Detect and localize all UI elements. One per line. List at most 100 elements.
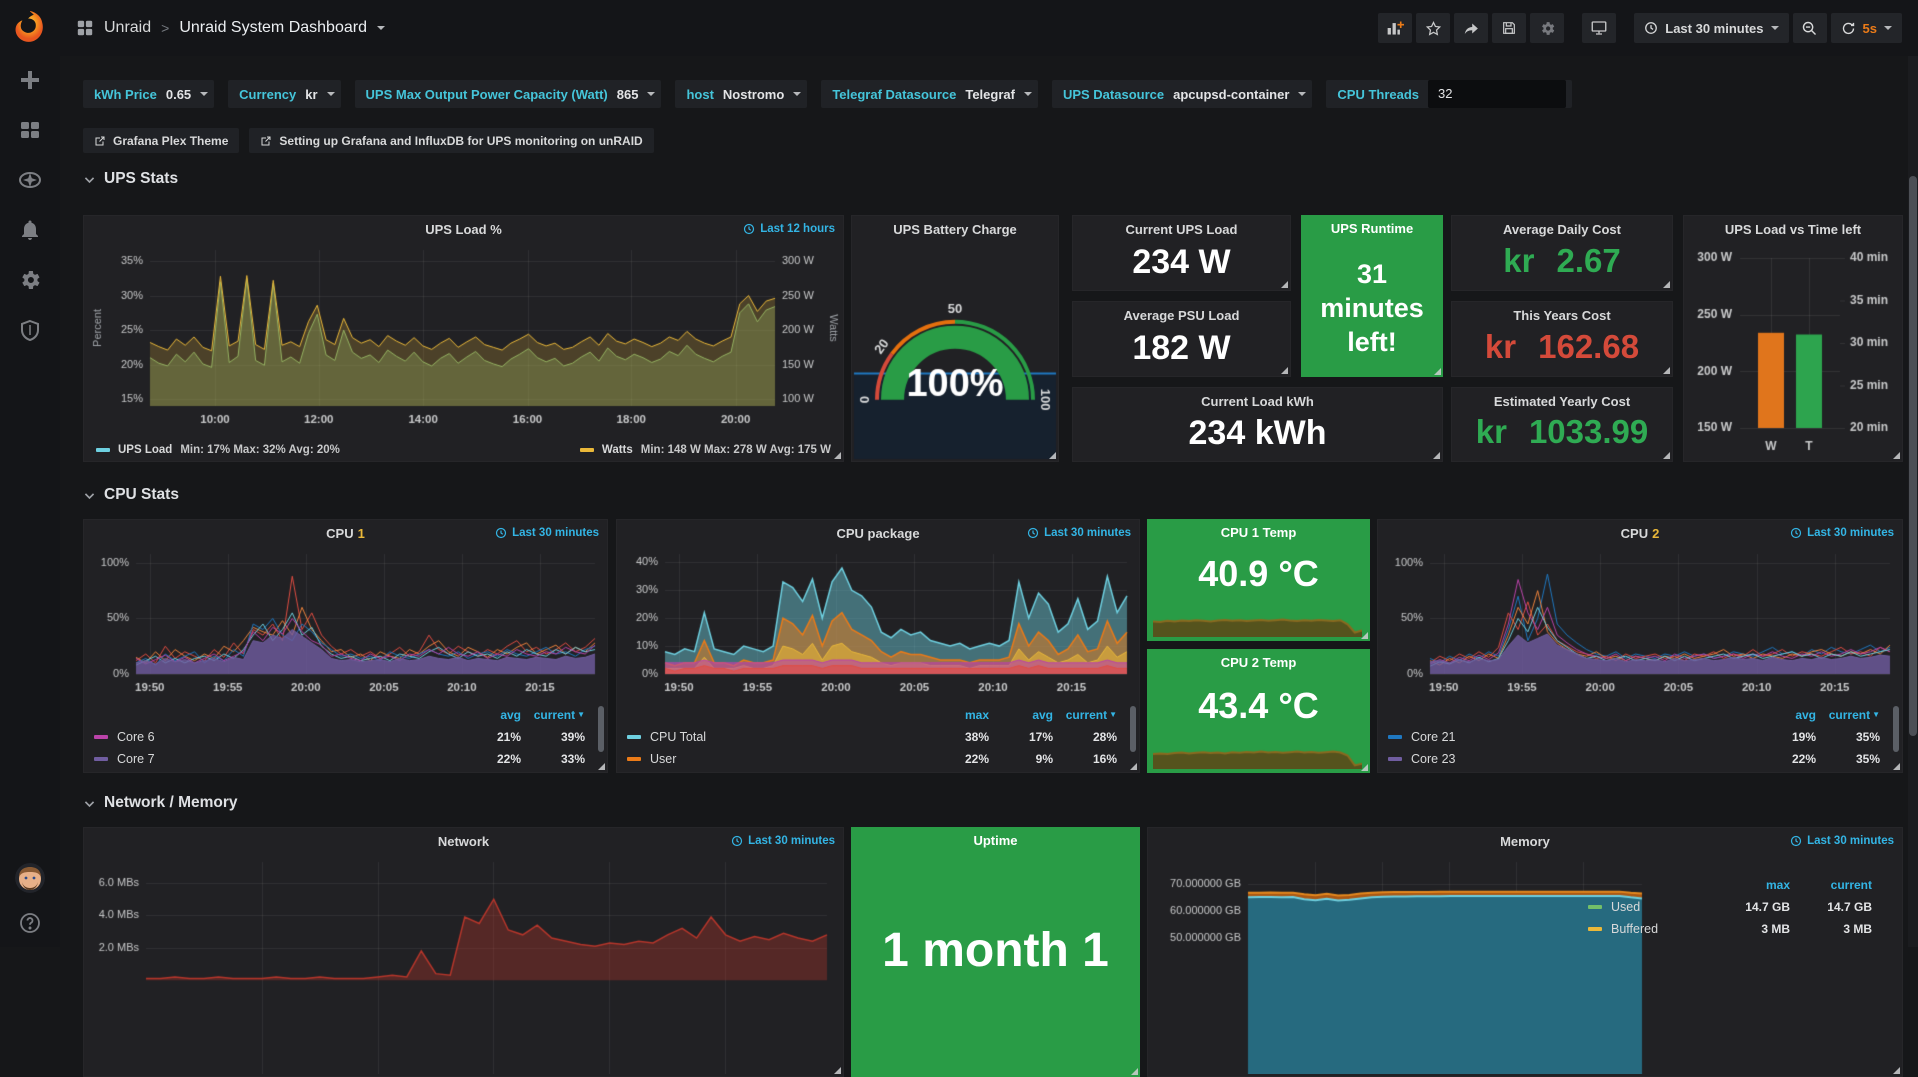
breadcrumb-app[interactable]: Unraid <box>104 19 151 37</box>
zoom-out-button[interactable] <box>1793 13 1827 43</box>
section-network-memory[interactable]: Network / Memory <box>83 794 238 812</box>
variable-ups-datasource[interactable]: UPS Datasource apcupsd-container <box>1052 80 1312 108</box>
battery-gauge-canvas[interactable] <box>852 242 1058 461</box>
legend-column-current[interactable]: current▼ <box>1816 708 1880 722</box>
apps-grid-icon[interactable] <box>76 19 94 37</box>
panel-title[interactable]: Average Daily Cost <box>1452 216 1672 242</box>
legend-series-name[interactable]: Core 7 <box>94 752 457 766</box>
cpu-package-chart-canvas[interactable] <box>621 546 1137 698</box>
legend-series-name[interactable]: Core 6 <box>94 730 457 744</box>
legend-series[interactable]: UPS LoadMin: 17% Max: 32% Avg: 20% <box>96 444 340 456</box>
variable-value[interactable]: apcupsd-container <box>1173 87 1289 102</box>
variable-telegraf-datasource[interactable]: Telegraf DatasourceTelegraf <box>821 80 1038 108</box>
share-button[interactable] <box>1454 13 1488 43</box>
variable-ups-max-output-power-capacity-watt-[interactable]: UPS Max Output Power Capacity (Watt)865 <box>355 80 662 108</box>
ups-load-chart-canvas[interactable] <box>88 242 839 430</box>
legend-column-current[interactable]: current <box>1790 878 1872 892</box>
series-color-swatch <box>1588 905 1602 909</box>
dashboard-link-1[interactable]: Setting up Grafana and InfluxDB for UPS … <box>249 128 653 153</box>
variable-cpu-threads[interactable]: CPU Threads32 <box>1326 80 1572 108</box>
variable-host[interactable]: hostNostromo <box>675 80 807 108</box>
variable-value[interactable]: Nostromo <box>723 87 784 102</box>
stat-value: kr162.68 <box>1452 328 1672 366</box>
dashboard-title[interactable]: Unraid System Dashboard <box>179 19 367 37</box>
user-avatar[interactable] <box>15 863 45 893</box>
legend-column-max[interactable]: max <box>1708 878 1790 892</box>
cpu1-chart-canvas[interactable] <box>88 546 605 698</box>
server-admin-shield-icon[interactable] <box>18 318 42 342</box>
panel-title[interactable]: Current Load kWh <box>1073 388 1442 414</box>
variable-value[interactable]: Telegraf <box>965 87 1015 102</box>
help-icon[interactable] <box>18 911 42 935</box>
dashboard-settings-button[interactable] <box>1530 13 1564 43</box>
legend-scrollbar[interactable] <box>1130 706 1136 752</box>
legend-column-avg[interactable]: avg <box>457 708 521 722</box>
panel-time-range[interactable]: Last 30 minutes <box>731 835 835 847</box>
variable-input[interactable]: 32 <box>1428 80 1566 108</box>
create-plus-icon[interactable] <box>18 68 42 92</box>
panel-title[interactable]: CPU 1 Temp <box>1147 519 1370 545</box>
panel-title[interactable]: UPS Battery Charge <box>852 216 1058 242</box>
page-scrollbar[interactable] <box>1908 56 1918 947</box>
legend-column-current[interactable]: current▼ <box>521 708 585 722</box>
explore-compass-icon[interactable] <box>18 168 42 192</box>
legend-series-name[interactable]: Core 23 <box>1388 752 1752 766</box>
page-scrollbar-thumb[interactable] <box>1909 176 1917 736</box>
panel-title[interactable]: UPS Runtime <box>1301 215 1443 241</box>
legend-column-avg[interactable]: avg <box>1752 708 1816 722</box>
add-panel-button[interactable] <box>1378 13 1412 43</box>
panel-title[interactable]: CPU 2 Temp <box>1147 649 1370 675</box>
alerting-bell-icon[interactable] <box>18 218 42 242</box>
panel-title[interactable]: Estimated Yearly Cost <box>1452 388 1672 414</box>
panel-time-range[interactable]: Last 30 minutes <box>1790 835 1894 847</box>
star-button[interactable] <box>1416 13 1450 43</box>
legend-scrollbar[interactable] <box>1893 706 1899 752</box>
panel-title[interactable]: Current UPS Load <box>1073 216 1290 242</box>
variable-currency[interactable]: Currencykr <box>228 80 340 108</box>
panel-title[interactable]: UPS Load % <box>84 216 843 242</box>
tv-mode-button[interactable] <box>1582 13 1616 43</box>
grafana-logo[interactable] <box>11 8 49 46</box>
legend-series[interactable]: WattsMin: 148 W Max: 278 W Avg: 175 W <box>580 444 831 456</box>
legend-column-avg[interactable]: avg <box>989 708 1053 722</box>
panel-time-range[interactable]: Last 30 minutes <box>1027 527 1131 539</box>
section-ups-stats[interactable]: UPS Stats <box>83 170 178 188</box>
legend-column-max[interactable]: max <box>925 708 989 722</box>
legend-series-name[interactable]: CPU Total <box>627 730 925 744</box>
panel-time-range[interactable]: Last 12 hours <box>743 223 835 235</box>
save-button[interactable] <box>1492 13 1526 43</box>
panel-cpu-2: CPU2 Last 30 minutes avgcurrent▼Core 211… <box>1377 519 1903 773</box>
variable-value[interactable]: 0.65 <box>166 87 191 102</box>
variable-value[interactable]: kr <box>305 87 317 102</box>
ups-bar-chart-canvas[interactable] <box>1684 242 1902 460</box>
network-chart-canvas[interactable] <box>88 854 841 1074</box>
cpu2-chart-canvas[interactable] <box>1382 546 1900 698</box>
caret-down-icon[interactable] <box>377 26 385 34</box>
legend-series-name[interactable]: Buffered <box>1588 922 1708 936</box>
section-cpu-stats[interactable]: CPU Stats <box>83 486 179 504</box>
panel-time-range[interactable]: Last 30 minutes <box>495 527 599 539</box>
configuration-gear-icon[interactable] <box>18 268 42 292</box>
panel-time-range[interactable]: Last 30 minutes <box>1790 527 1894 539</box>
time-range-picker[interactable]: Last 30 minutes <box>1634 13 1788 43</box>
memory-chart-canvas[interactable] <box>1152 854 1652 1074</box>
variable-kwh-price[interactable]: kWh Price0.65 <box>83 80 214 108</box>
legend-scrollbar[interactable] <box>598 706 604 752</box>
panel-title[interactable]: UPS Load vs Time left <box>1684 216 1902 242</box>
dashboard-link-label: Setting up Grafana and InfluxDB for UPS … <box>279 134 642 148</box>
legend-column-current[interactable]: current▼ <box>1053 708 1117 722</box>
panel-title[interactable]: Uptime <box>851 827 1140 853</box>
panel-title[interactable]: Network <box>84 828 843 854</box>
panel-title[interactable]: Average PSU Load <box>1073 302 1290 328</box>
legend-series-name[interactable]: Core 21 <box>1388 730 1752 744</box>
refresh-picker[interactable]: 5s <box>1831 13 1902 43</box>
panel-title[interactable]: This Years Cost <box>1452 302 1672 328</box>
dashboards-icon[interactable] <box>18 118 42 142</box>
panel-title[interactable]: Memory <box>1148 828 1902 854</box>
variable-label: UPS Datasource <box>1063 87 1164 102</box>
legend-series-name[interactable]: User <box>627 752 925 766</box>
variable-value[interactable]: 865 <box>617 87 639 102</box>
dashboard-link-0[interactable]: Grafana Plex Theme <box>83 128 239 153</box>
legend-series-name[interactable]: Used <box>1588 900 1708 914</box>
topbar: Unraid > Unraid System Dashboard Last 30… <box>60 0 1918 56</box>
